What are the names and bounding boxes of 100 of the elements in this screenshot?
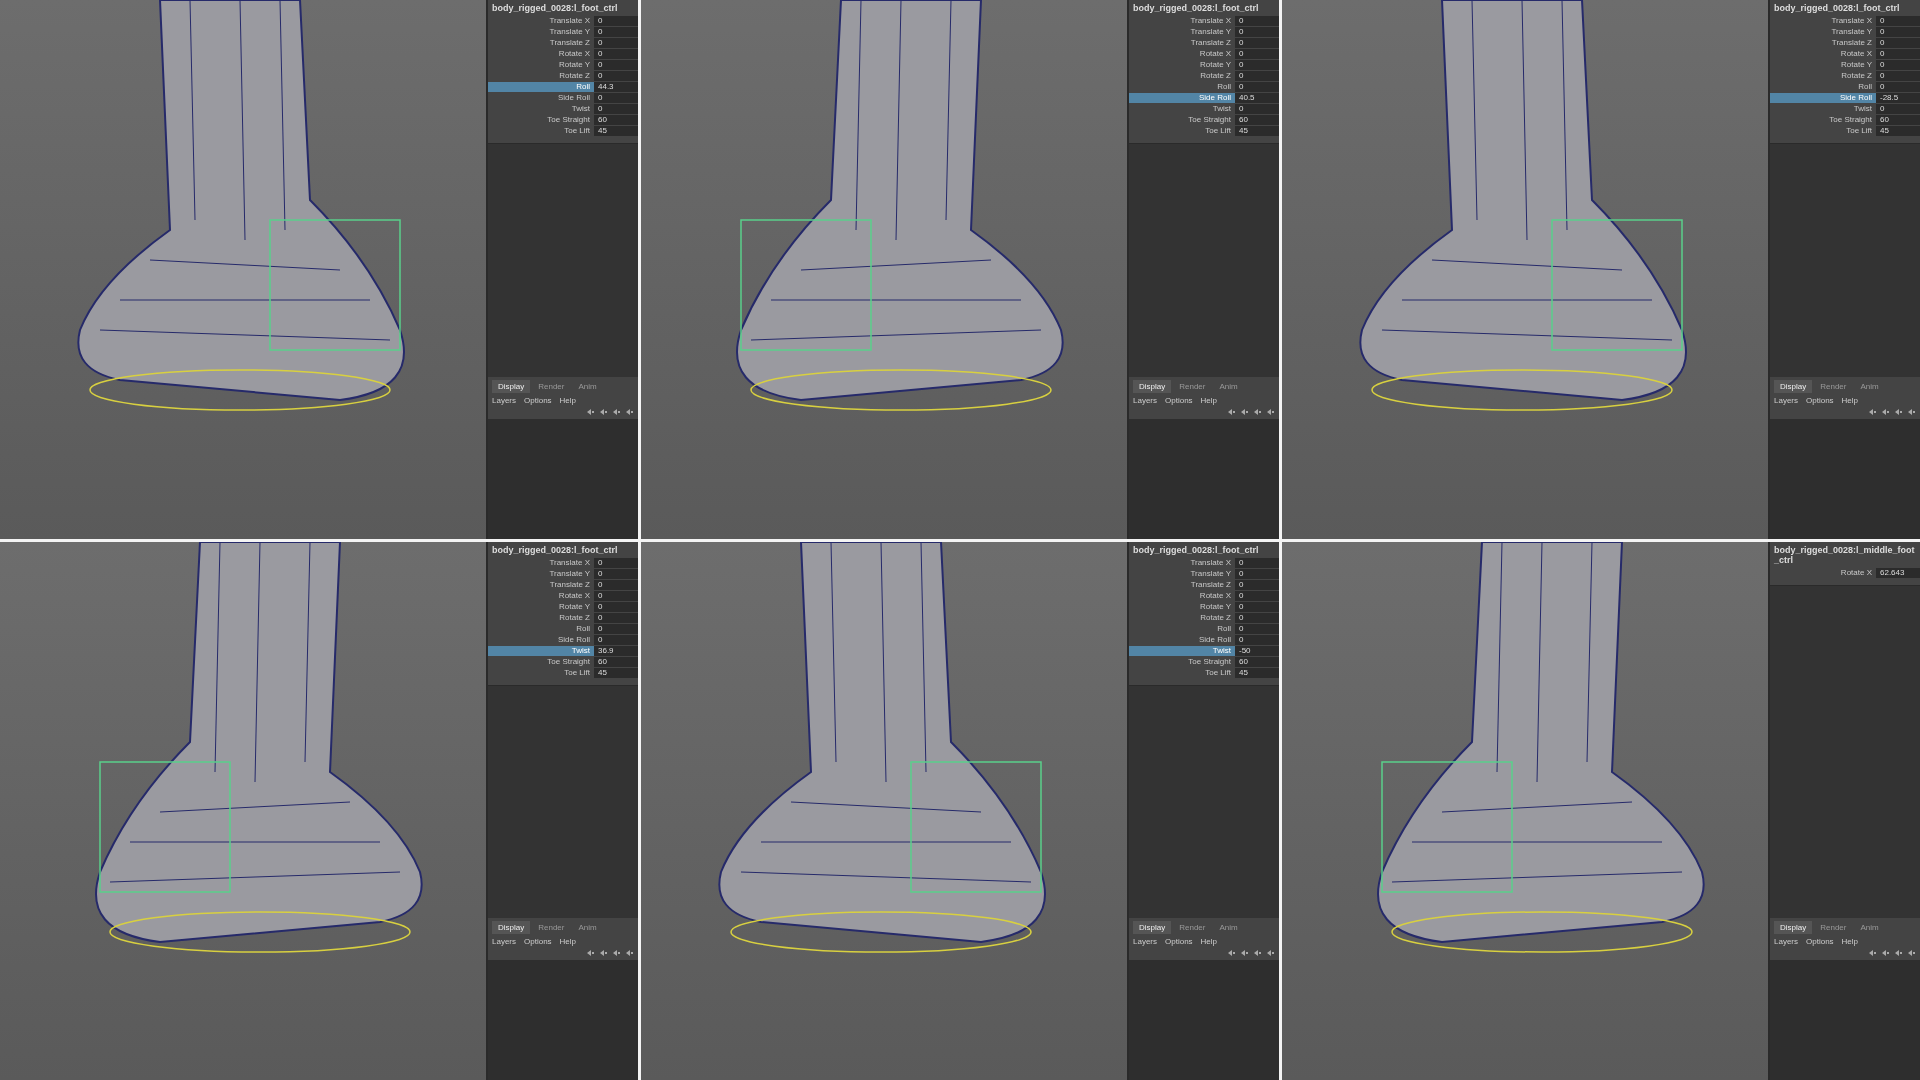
channel-name[interactable]: Translate Z (1770, 38, 1876, 48)
channel-name[interactable]: Rotate Z (1770, 71, 1876, 81)
channel-value-field[interactable]: 0 (1235, 612, 1279, 623)
layer-tool-icon[interactable] (612, 949, 621, 957)
channel-name[interactable]: Side Roll (488, 93, 594, 103)
channel-value-field[interactable]: 0 (594, 93, 638, 103)
channel-value-field[interactable]: 60 (594, 115, 638, 125)
channel-value-field[interactable]: 60 (1235, 115, 1279, 125)
channel-value-field[interactable]: -28.5 (1876, 93, 1920, 103)
channel-name[interactable]: Rotate X (488, 49, 594, 59)
channel-name[interactable]: Roll (1129, 82, 1235, 92)
channel-name[interactable]: Rotate X (1129, 590, 1235, 601)
menu-item[interactable]: Help (1841, 937, 1859, 946)
channel-value-field[interactable]: 0 (594, 612, 638, 623)
layer-tool-icon[interactable] (1240, 407, 1249, 416)
channel-name[interactable]: Rotate Y (488, 601, 594, 612)
channel-value-field[interactable]: 0 (594, 71, 638, 81)
layer-tab[interactable]: Display (1774, 921, 1813, 934)
channel-value-field[interactable]: 0 (1235, 38, 1279, 48)
channel-name[interactable]: Rotate Y (1129, 601, 1235, 612)
channel-name[interactable]: Toe Lift (1129, 667, 1235, 678)
layer-tool-icon[interactable] (1868, 407, 1877, 416)
layer-tab[interactable]: Anim (1213, 921, 1244, 934)
channel-name[interactable]: Rotate X (1129, 49, 1235, 59)
channel-value-field[interactable]: 0 (594, 634, 638, 645)
menu-item[interactable]: Help (559, 937, 577, 946)
channel-name[interactable]: Roll (1770, 82, 1876, 92)
channel-value-field[interactable]: 0 (1876, 49, 1920, 59)
channel-value-field[interactable]: 45 (1876, 126, 1920, 136)
channel-value-field[interactable]: 0 (1876, 16, 1920, 26)
channel-value-field[interactable]: 0 (1235, 557, 1279, 568)
channel-value-field[interactable]: 0 (1235, 601, 1279, 612)
channel-value-field[interactable]: 0 (594, 27, 638, 37)
layer-tool-icon[interactable] (612, 407, 621, 416)
channel-value-field[interactable]: 45 (594, 667, 638, 678)
channel-name[interactable]: Translate Z (1129, 38, 1235, 48)
layer-tab[interactable]: Render (1814, 379, 1853, 393)
channel-value-field[interactable]: 0 (1235, 104, 1279, 114)
layer-tool-icon[interactable] (1266, 407, 1275, 416)
layer-tab[interactable]: Render (1173, 921, 1212, 934)
channel-name[interactable]: Translate Y (1129, 568, 1235, 579)
channel-name[interactable]: Side Roll (1770, 93, 1876, 103)
channel-value-field[interactable]: 36.9 (594, 645, 638, 656)
layer-tab[interactable]: Display (492, 921, 531, 934)
layer-tool-icon[interactable] (625, 407, 634, 416)
layer-tool-icon[interactable] (1266, 949, 1275, 957)
channel-name[interactable]: Side Roll (488, 634, 594, 645)
layer-tool-icon[interactable] (1253, 407, 1262, 416)
channel-name[interactable]: Translate X (488, 557, 594, 568)
channel-value-field[interactable]: 0 (1876, 82, 1920, 92)
layer-tab[interactable]: Anim (1213, 379, 1244, 393)
channel-value-field[interactable]: 0 (1876, 104, 1920, 114)
menu-item[interactable]: Help (559, 395, 577, 405)
menu-item[interactable]: Options (524, 395, 552, 405)
menu-item[interactable]: Layers (1774, 395, 1798, 405)
channel-value-field[interactable]: 0 (1235, 568, 1279, 579)
layer-tool-icon[interactable] (586, 407, 595, 416)
layer-tool-icon[interactable] (1253, 949, 1262, 957)
channel-name[interactable]: Translate X (488, 16, 594, 26)
layer-tool-icon[interactable] (1240, 949, 1249, 957)
channel-value-field[interactable]: 0 (1235, 634, 1279, 645)
layer-tab[interactable]: Display (1774, 379, 1813, 393)
channel-value-field[interactable]: 0 (1235, 27, 1279, 37)
channel-name[interactable]: Twist (488, 104, 594, 114)
channel-name[interactable]: Roll (488, 623, 594, 634)
layer-tool-icon[interactable] (599, 407, 608, 416)
channel-name[interactable]: Toe Lift (1129, 126, 1235, 136)
channel-name[interactable]: Translate Z (1129, 579, 1235, 590)
channel-name[interactable]: Translate X (1129, 557, 1235, 568)
channel-value-field[interactable]: 0 (1235, 49, 1279, 59)
channel-value-field[interactable]: 0 (594, 623, 638, 634)
menu-item[interactable]: Help (1841, 395, 1859, 405)
channel-name[interactable]: Toe Lift (488, 126, 594, 136)
channel-value-field[interactable]: 0 (594, 579, 638, 590)
channel-value-field[interactable]: 45 (1235, 667, 1279, 678)
channel-name[interactable]: Roll (488, 82, 594, 92)
menu-item[interactable]: Help (1200, 395, 1218, 405)
channel-value-field[interactable]: 0 (1876, 27, 1920, 37)
layer-tool-icon[interactable] (1227, 407, 1236, 416)
channel-name[interactable]: Rotate X (1770, 49, 1876, 59)
channel-name[interactable]: Rotate Y (1770, 60, 1876, 70)
channel-value-field[interactable]: 0 (594, 590, 638, 601)
channel-value-field[interactable]: 0 (1235, 71, 1279, 81)
layer-tool-icon[interactable] (1907, 407, 1916, 416)
channel-name[interactable]: Side Roll (1129, 634, 1235, 645)
channel-name[interactable]: Toe Lift (1770, 126, 1876, 136)
menu-item[interactable]: Layers (1133, 937, 1157, 946)
channel-value-field[interactable]: 0 (1235, 623, 1279, 634)
channel-value-field[interactable]: 0 (594, 557, 638, 568)
channel-name[interactable]: Twist (1129, 104, 1235, 114)
channel-name[interactable]: Toe Straight (1129, 656, 1235, 667)
channel-value-field[interactable]: 0 (594, 16, 638, 26)
channel-value-field[interactable]: 0 (594, 49, 638, 59)
layer-tab[interactable]: Render (532, 379, 571, 393)
channel-name[interactable]: Rotate Z (488, 612, 594, 623)
layer-tool-icon[interactable] (1881, 949, 1890, 957)
channel-value-field[interactable]: 45 (1235, 126, 1279, 136)
channel-value-field[interactable]: 0 (594, 601, 638, 612)
menu-item[interactable]: Layers (1774, 937, 1798, 946)
layer-tool-icon[interactable] (1907, 949, 1916, 957)
